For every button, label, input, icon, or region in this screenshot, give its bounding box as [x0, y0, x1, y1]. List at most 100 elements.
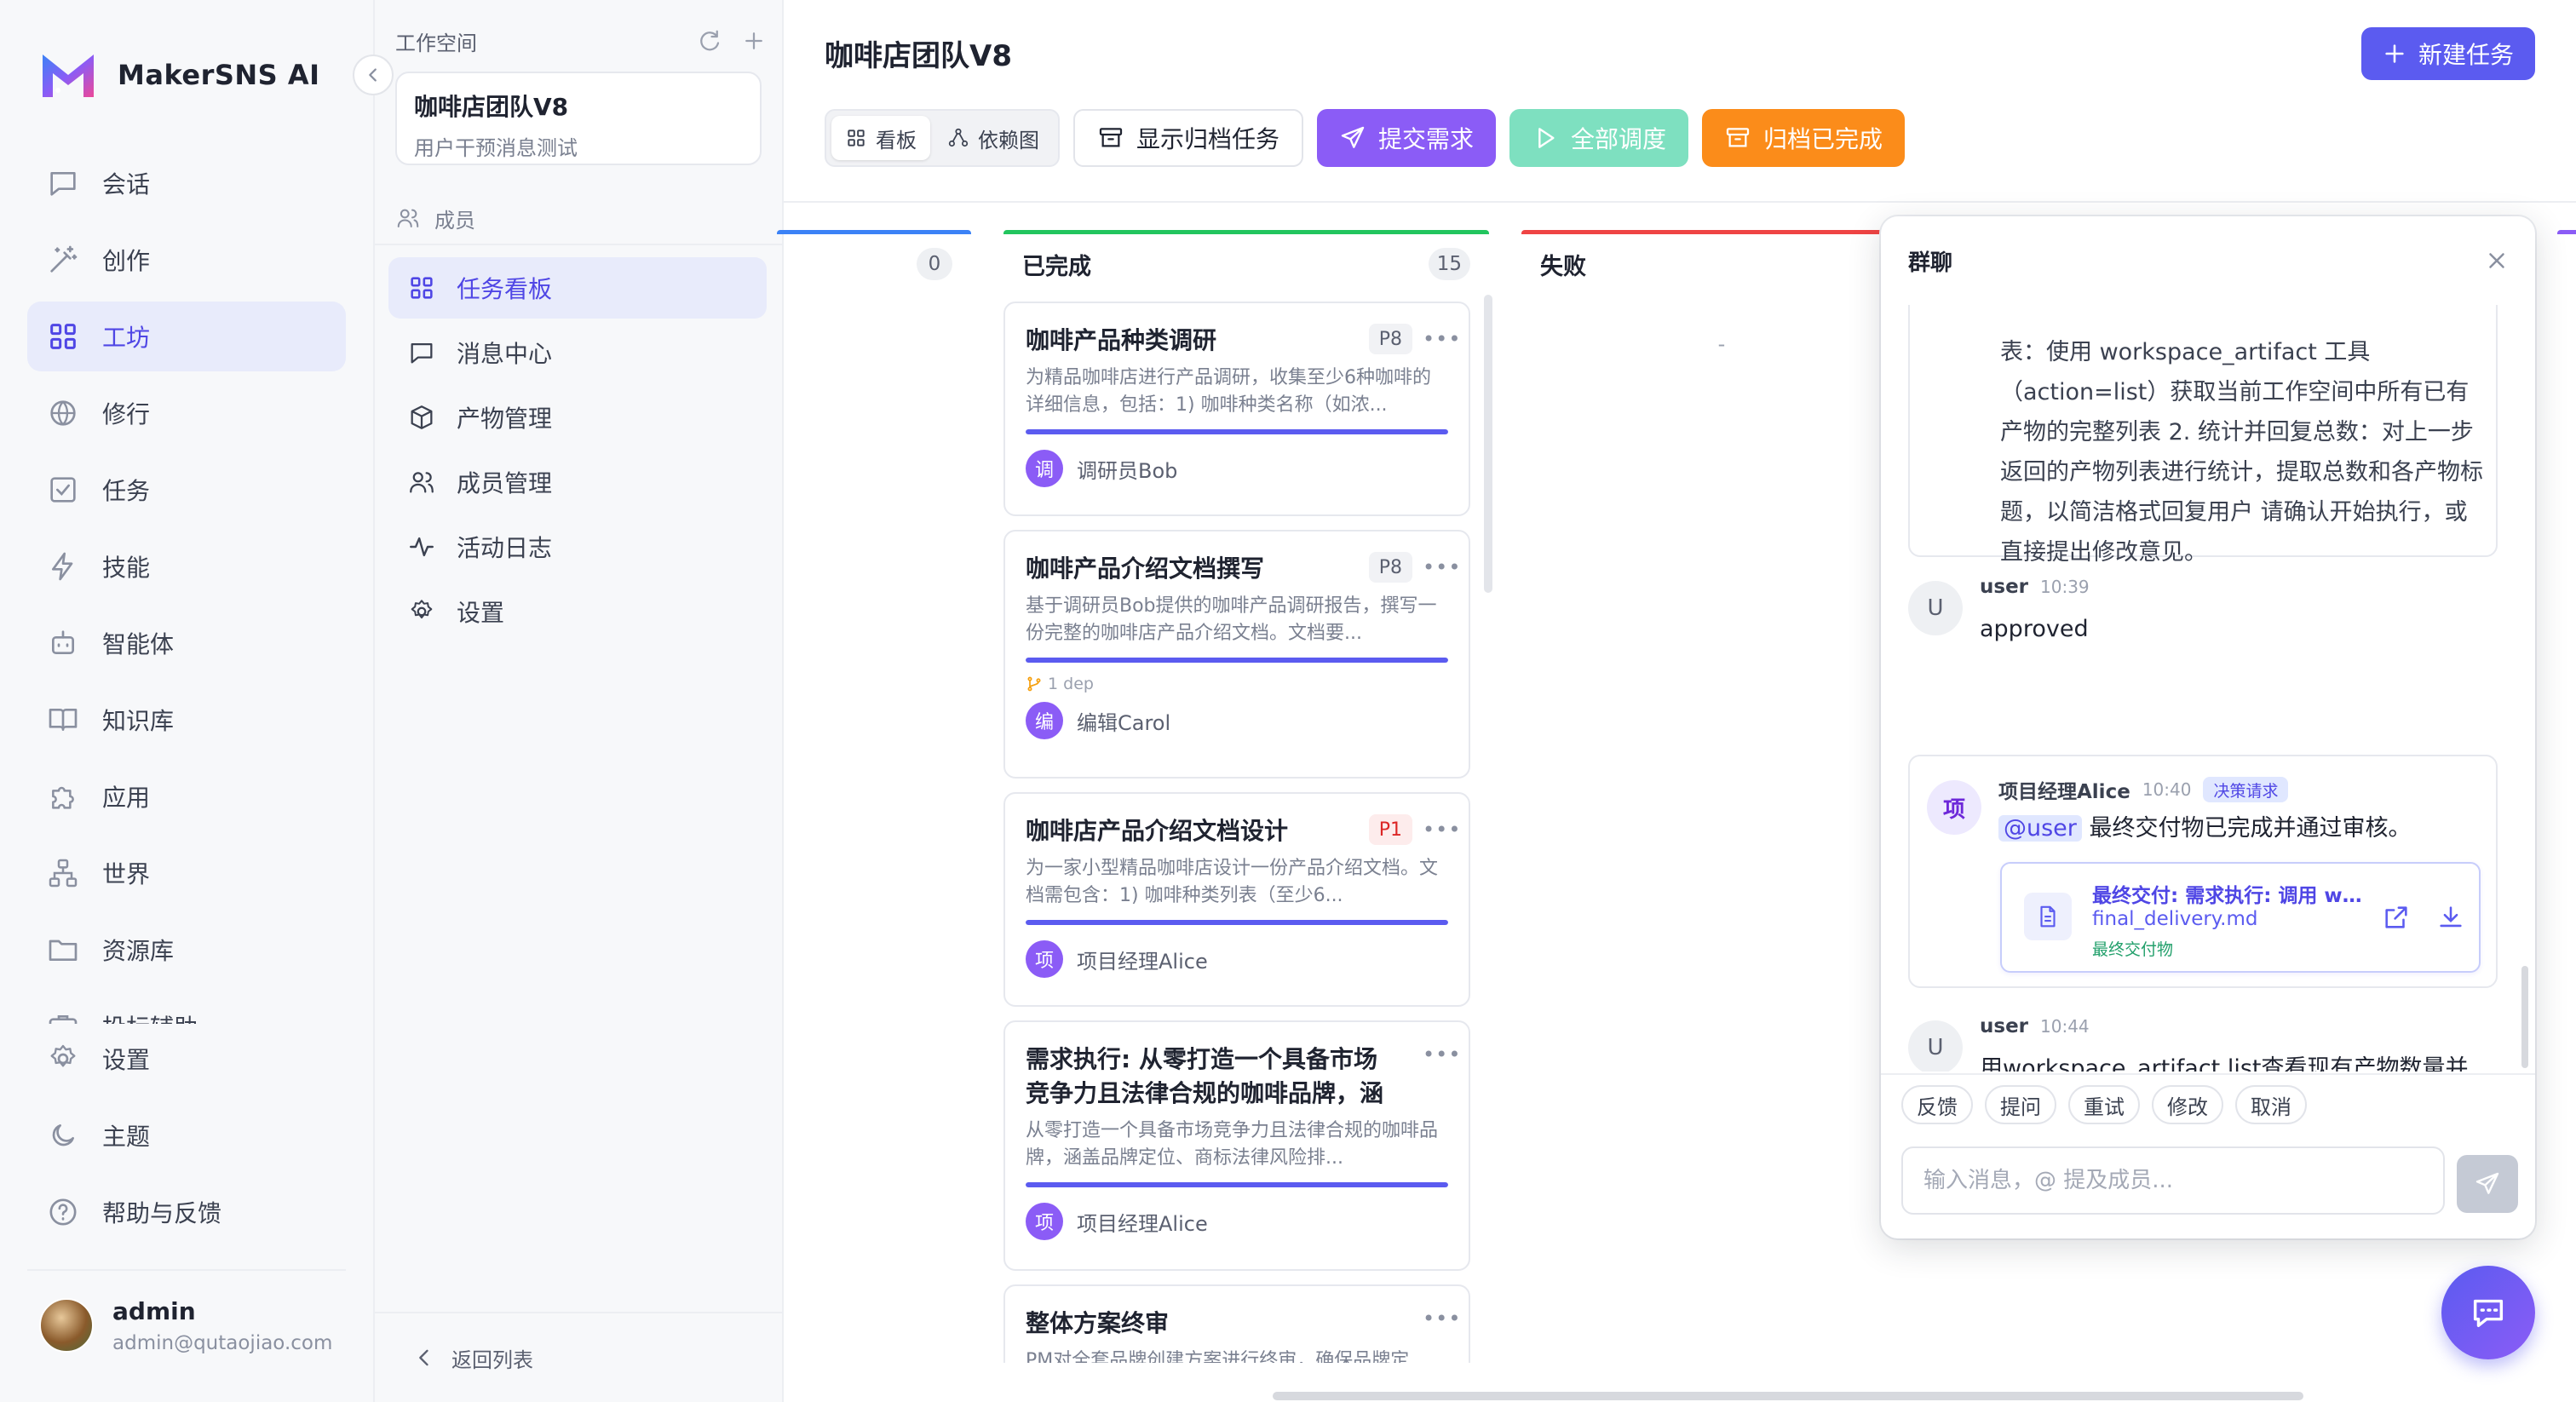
nav-item-skills[interactable]: 技能: [27, 531, 346, 601]
view-board-button[interactable]: 看板: [831, 116, 930, 160]
view-deps-label: 依赖图: [978, 128, 1039, 152]
gear-icon: [50, 1044, 76, 1067]
column-count: 0: [917, 248, 952, 280]
nav-item-label: 主题: [102, 1123, 151, 1151]
quick-actions: 反馈 提问 重试 修改 取消: [1901, 1085, 2307, 1124]
nav-item-theme[interactable]: 主题: [27, 1100, 346, 1170]
moon-icon: [52, 1124, 74, 1146]
menu-item-messages[interactable]: 消息中心: [388, 322, 767, 383]
more-icon[interactable]: •••: [1423, 555, 1460, 579]
board-column-failed: 失败 -: [1521, 230, 1922, 1363]
show-archived-button[interactable]: 显示归档任务: [1073, 109, 1304, 167]
new-task-button[interactable]: 新建任务: [2361, 27, 2535, 80]
board-horizontal-scrollbar[interactable]: [1273, 1392, 2303, 1400]
more-icon[interactable]: •••: [1423, 327, 1460, 351]
nav-item-agents[interactable]: 智能体: [27, 608, 346, 678]
network-icon: [49, 859, 78, 888]
view-deps-button[interactable]: 依赖图: [934, 116, 1053, 160]
nav-item-world[interactable]: 世界: [27, 838, 346, 908]
nav-item-knowledge[interactable]: 知识库: [27, 685, 346, 755]
brand-name: MakerSNS AI: [118, 59, 320, 91]
puzzle-icon: [52, 786, 74, 809]
progress-fill: [1026, 429, 1448, 434]
decision-message-card: 项 项目经理Alice 10:40 决策请求 @user 最终交付物已完成并通过…: [1908, 755, 2498, 988]
nav-item-tasks[interactable]: 任务: [27, 455, 346, 525]
workspace-menu: 任务看板 消息中心 产物管理 成员管理 活动日志 设置: [388, 257, 767, 646]
menu-item-settings[interactable]: 设置: [388, 581, 767, 642]
workspace-panel: 工作空间 咖啡店团队V8 用户干预消息测试 成员 任务看板 消息中心 产物管理 …: [375, 0, 784, 1402]
task-card[interactable]: 需求执行: 从零打造一个具备市场竞争力且法律合规的咖啡品牌，涵盖... ••• …: [1003, 1020, 1470, 1271]
task-card[interactable]: 咖啡产品种类调研 P8 ••• 为精品咖啡店进行产品调研，收集至少6种咖啡的详细…: [1003, 302, 1470, 516]
nav-item-help[interactable]: 帮助与反馈: [27, 1177, 346, 1247]
menu-item-label: 设置: [457, 599, 505, 627]
show-archived-label: 显示归档任务: [1136, 125, 1280, 153]
workspace-selector[interactable]: 咖啡店团队V8 用户干预消息测试: [395, 72, 762, 165]
archive-done-button[interactable]: 归档已完成: [1702, 109, 1906, 167]
nav-item-bidding[interactable]: 投标辅助: [27, 991, 346, 1024]
chat-scrollbar[interactable]: [2521, 966, 2528, 1068]
task-card[interactable]: 整体方案终审 ••• PM对全套品牌创建方案进行终审，确保品牌定...: [1003, 1284, 1470, 1363]
download-icon[interactable]: [2436, 903, 2465, 932]
close-icon[interactable]: [2484, 248, 2510, 273]
menu-item-task-board[interactable]: 任务看板: [388, 257, 767, 319]
quick-cancel-button[interactable]: 取消: [2235, 1085, 2307, 1124]
plus-icon[interactable]: [741, 28, 767, 54]
user-profile[interactable]: admin admin@qutaojiao.com: [27, 1269, 346, 1380]
nav-item-create[interactable]: 创作: [27, 225, 346, 295]
board-toolbar: 看板 依赖图 显示归档任务 提交需求 全部调度 归档已完成: [825, 109, 1906, 167]
submit-request-button[interactable]: 提交需求: [1317, 109, 1497, 167]
progress-fill: [1026, 1182, 1448, 1187]
collapse-sidebar-button[interactable]: [353, 55, 394, 95]
nav-item-practice[interactable]: 修行: [27, 378, 346, 448]
group-chat-toggle-button[interactable]: [2441, 1266, 2535, 1359]
send-button[interactable]: [2457, 1155, 2518, 1213]
quick-question-button[interactable]: 提问: [1985, 1085, 2056, 1124]
progress-bar: [1026, 920, 1448, 925]
file-title: 最终交付: 需求执行: 调用 workspace_artifact: [2092, 885, 2365, 907]
assignee: 调 调研员Bob: [1026, 450, 1448, 487]
back-to-list-button[interactable]: 返回列表: [375, 1312, 782, 1402]
menu-item-label: 成员管理: [457, 469, 553, 497]
nav-item-workshop[interactable]: 工坊: [27, 302, 346, 371]
message-time: 10:40: [2142, 779, 2192, 800]
column-scrollbar[interactable]: [1484, 295, 1492, 593]
quick-modify-button[interactable]: 修改: [2152, 1085, 2223, 1124]
quick-retry-button[interactable]: 重试: [2068, 1085, 2140, 1124]
menu-item-artifacts[interactable]: 产物管理: [388, 387, 767, 448]
task-card[interactable]: 咖啡产品介绍文档撰写 P8 ••• 基于调研员Bob提供的咖啡产品调研报告，撰写…: [1003, 530, 1470, 779]
menu-item-members[interactable]: 成员管理: [388, 451, 767, 513]
refresh-icon[interactable]: [697, 28, 722, 54]
menu-item-label: 活动日志: [457, 534, 553, 562]
mention[interactable]: @user: [1998, 815, 2082, 842]
chat-title: 群聊: [1908, 250, 1953, 276]
more-icon[interactable]: •••: [1423, 818, 1460, 842]
quick-feedback-button[interactable]: 反馈: [1901, 1085, 1973, 1124]
members-toggle[interactable]: 成员: [395, 201, 475, 235]
more-icon[interactable]: •••: [1423, 1307, 1460, 1330]
brand[interactable]: MakerSNS AI: [39, 48, 320, 102]
message-author: user: [1980, 1015, 2029, 1037]
task-title: 需求执行: 从零打造一个具备市场竞争力且法律合规的咖啡品牌，涵盖...: [1026, 1045, 1384, 1107]
assignee: 编 编辑Carol: [1026, 702, 1448, 739]
more-icon[interactable]: •••: [1423, 1043, 1460, 1066]
message-time: 10:44: [2040, 1016, 2090, 1037]
nav-item-chat[interactable]: 会话: [27, 148, 346, 218]
workspace-subtitle: 用户干预消息测试: [414, 136, 578, 160]
nav-item-settings[interactable]: 设置: [27, 1024, 346, 1094]
nav-item-apps[interactable]: 应用: [27, 761, 346, 831]
task-title: 咖啡产品种类调研: [1026, 326, 1217, 354]
nav-item-resources[interactable]: 资源库: [27, 915, 346, 985]
dispatch-all-button[interactable]: 全部调度: [1509, 109, 1689, 167]
file-attachment[interactable]: 最终交付: 需求执行: 调用 workspace_artifact final_…: [2000, 862, 2481, 973]
brand-logo-icon: [43, 55, 94, 97]
open-external-icon[interactable]: [2382, 903, 2411, 932]
task-card[interactable]: 咖啡店产品介绍文档设计 P1 ••• 为一家小型精品咖啡店设计一份产品介绍文档。…: [1003, 792, 1470, 1007]
nav-item-label: 工坊: [102, 324, 151, 352]
nav-item-label: 知识库: [102, 707, 175, 735]
chat-message-input[interactable]: [1901, 1146, 2445, 1215]
menu-item-activity[interactable]: 活动日志: [388, 516, 767, 577]
file-name: final_delivery.md: [2092, 908, 2258, 930]
send-icon: [2475, 1172, 2499, 1194]
progress-fill: [1026, 658, 1448, 663]
group-chat-panel: 群聊 表：使用 workspace_artifact 工具（action=lis…: [1881, 216, 2535, 1238]
